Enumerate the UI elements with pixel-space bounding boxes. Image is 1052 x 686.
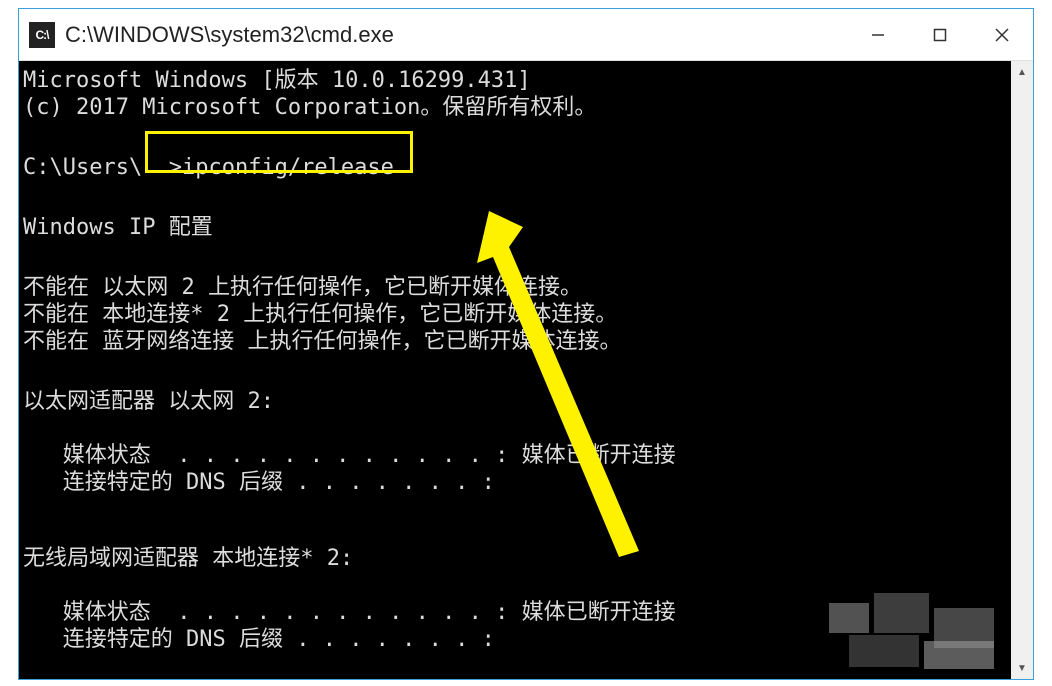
maximize-button[interactable] <box>909 9 971 61</box>
banner-line-1: Microsoft Windows [版本 10.0.16299.431] <box>23 68 531 93</box>
scroll-down-button[interactable]: ▼ <box>1011 657 1033 679</box>
cmd-window: C:\ C:\WINDOWS\system32\cmd.exe Microsof… <box>18 8 1034 680</box>
error-line-1: 不能在 以太网 2 上执行任何操作，它已断开媒体连接。 <box>23 275 582 300</box>
scroll-up-button[interactable]: ▲ <box>1011 61 1033 83</box>
prompt-path: C:\Users\ <box>23 155 142 180</box>
media-state-value-1: 媒体已断开连接 <box>522 443 676 468</box>
error-line-2: 不能在 本地连接* 2 上执行任何操作，它已断开媒体连接。 <box>23 302 617 327</box>
media-state-label-1: 媒体状态 <box>23 443 151 468</box>
blur-overlay <box>829 593 1009 673</box>
command-text: ipconfig/release <box>182 155 394 180</box>
close-button[interactable] <box>971 9 1033 61</box>
dns-suffix-label-2: 连接特定的 DNS 后缀 <box>23 627 283 652</box>
adapter-1-title: 以太网适配器 以太网 2: <box>23 389 274 414</box>
terminal-output: Microsoft Windows [版本 10.0.16299.431] (c… <box>23 67 1025 679</box>
ip-config-header: Windows IP 配置 <box>23 215 213 240</box>
media-state-value-2: 媒体已断开连接 <box>522 600 676 625</box>
titlebar[interactable]: C:\ C:\WINDOWS\system32\cmd.exe <box>19 9 1033 61</box>
banner-line-2: (c) 2017 Microsoft Corporation。保留所有权利。 <box>23 95 596 120</box>
window-controls <box>847 9 1033 61</box>
dns-suffix-label-1: 连接特定的 DNS 后缀 <box>23 470 283 495</box>
minimize-button[interactable] <box>847 9 909 61</box>
scrollbar[interactable]: ▲ ▼ <box>1011 61 1033 679</box>
adapter-2-title: 无线局域网适配器 本地连接* 2: <box>23 546 353 571</box>
cmd-icon: C:\ <box>29 22 55 48</box>
media-state-label-2: 媒体状态 <box>23 600 151 625</box>
window-title: C:\WINDOWS\system32\cmd.exe <box>65 22 394 48</box>
error-line-3: 不能在 蓝牙网络连接 上执行任何操作，它已断开媒体连接。 <box>23 329 622 354</box>
terminal-area[interactable]: Microsoft Windows [版本 10.0.16299.431] (c… <box>19 61 1033 679</box>
